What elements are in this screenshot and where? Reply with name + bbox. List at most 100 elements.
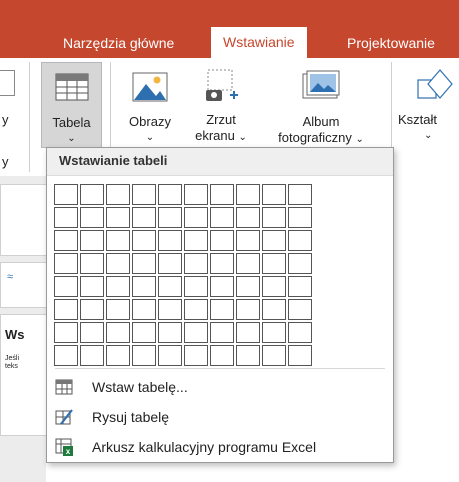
table-grid-cell[interactable] [132,322,156,343]
table-grid-cell[interactable] [288,253,312,274]
table-grid-cell[interactable] [106,345,130,366]
table-grid-cell[interactable] [184,184,208,205]
table-grid-cell[interactable] [54,184,78,205]
table-grid-cell[interactable] [288,184,312,205]
table-grid-cell[interactable] [158,207,182,228]
slide-thumbnail[interactable]: ≈ [0,262,48,308]
excel-spreadsheet-menu-item[interactable]: x Arkusz kalkulacyjny programu Excel [47,432,393,462]
shapes-button[interactable]: Kształt ⌄ [396,62,459,146]
table-grid-cell[interactable] [210,276,234,297]
table-grid-cell[interactable] [288,345,312,366]
table-grid-cell[interactable] [210,253,234,274]
table-grid-cell[interactable] [288,230,312,251]
table-grid-cell[interactable] [54,253,78,274]
insert-table-menu-item[interactable]: Wstaw tabelę... [47,372,393,402]
table-grid-cell[interactable] [106,207,130,228]
table-grid-cell[interactable] [54,322,78,343]
partial-button-icon[interactable] [0,70,15,96]
table-grid-cell[interactable] [262,322,286,343]
table-grid-cell[interactable] [210,345,234,366]
slide-thumbnail[interactable] [0,184,48,256]
table-grid-cell[interactable] [80,207,104,228]
tab-design[interactable]: Projektowanie [347,32,435,58]
table-grid-cell[interactable] [158,322,182,343]
table-grid-cell[interactable] [132,253,156,274]
table-grid-cell[interactable] [236,276,260,297]
table-grid-cell[interactable] [80,322,104,343]
table-grid-cell[interactable] [54,230,78,251]
table-grid-cell[interactable] [80,345,104,366]
table-grid-cell[interactable] [80,184,104,205]
table-grid-cell[interactable] [288,322,312,343]
table-grid-cell[interactable] [210,299,234,320]
table-grid-cell[interactable] [184,230,208,251]
table-grid-cell[interactable] [158,184,182,205]
table-button[interactable]: Tabela ⌄ [41,62,102,148]
photo-album-button[interactable]: Album fotograficzny ⌄ [259,62,383,146]
table-grid-cell[interactable] [132,276,156,297]
screenshot-button[interactable]: Zrzut ekranu ⌄ [185,62,257,146]
table-grid-cell[interactable] [54,207,78,228]
screenshot-label-2: ekranu ⌄ [195,128,247,143]
table-grid-cell[interactable] [132,207,156,228]
table-grid-cell[interactable] [236,253,260,274]
table-grid-cell[interactable] [184,299,208,320]
draw-table-menu-item[interactable]: Rysuj tabelę [47,402,393,432]
table-grid-cell[interactable] [236,299,260,320]
table-grid-cell[interactable] [236,345,260,366]
table-grid-cell[interactable] [184,253,208,274]
table-grid-cell[interactable] [210,184,234,205]
table-grid-cell[interactable] [54,345,78,366]
table-grid-cell[interactable] [262,207,286,228]
table-grid-cell[interactable] [236,230,260,251]
table-grid-cell[interactable] [132,345,156,366]
table-grid-cell[interactable] [132,299,156,320]
table-grid-cell[interactable] [158,253,182,274]
table-grid-cell[interactable] [236,322,260,343]
table-grid-cell[interactable] [158,276,182,297]
table-grid-cell[interactable] [106,253,130,274]
table-grid-cell[interactable] [210,230,234,251]
table-grid-cell[interactable] [106,276,130,297]
table-grid-cell[interactable] [80,299,104,320]
table-grid-cell[interactable] [236,184,260,205]
table-grid-cell[interactable] [288,276,312,297]
table-size-grid[interactable] [54,184,314,368]
table-grid-cell[interactable] [80,230,104,251]
tab-home[interactable]: Narzędzia główne [63,32,174,58]
table-grid-cell[interactable] [106,184,130,205]
table-grid-cell[interactable] [236,207,260,228]
tab-insert[interactable]: Wstawianie [211,27,307,58]
pictures-button[interactable]: Obrazy ⌄ [117,62,183,146]
table-grid-cell[interactable] [106,322,130,343]
table-grid-cell[interactable] [184,207,208,228]
table-grid-cell[interactable] [80,276,104,297]
slide-title-fragment: Ws [5,327,25,342]
table-grid-cell[interactable] [184,322,208,343]
table-grid-cell[interactable] [54,276,78,297]
table-grid-cell[interactable] [262,345,286,366]
table-grid-cell[interactable] [210,322,234,343]
table-grid-cell[interactable] [158,230,182,251]
table-grid-cell[interactable] [106,299,130,320]
table-grid-cell[interactable] [158,299,182,320]
slide-thumbnail[interactable]: Ws Jeśli teks [0,314,48,436]
table-label: Tabela [52,115,91,130]
table-grid-cell[interactable] [262,253,286,274]
table-grid-cell[interactable] [158,345,182,366]
photo-album-icon [302,70,340,99]
table-grid-cell[interactable] [184,345,208,366]
table-grid-cell[interactable] [262,276,286,297]
table-grid-cell[interactable] [132,230,156,251]
table-grid-cell[interactable] [132,184,156,205]
table-grid-cell[interactable] [262,299,286,320]
table-grid-cell[interactable] [262,230,286,251]
table-grid-cell[interactable] [288,207,312,228]
table-grid-cell[interactable] [80,253,104,274]
table-grid-cell[interactable] [262,184,286,205]
table-grid-cell[interactable] [210,207,234,228]
table-grid-cell[interactable] [184,276,208,297]
table-grid-cell[interactable] [106,230,130,251]
table-grid-cell[interactable] [54,299,78,320]
table-grid-cell[interactable] [288,299,312,320]
